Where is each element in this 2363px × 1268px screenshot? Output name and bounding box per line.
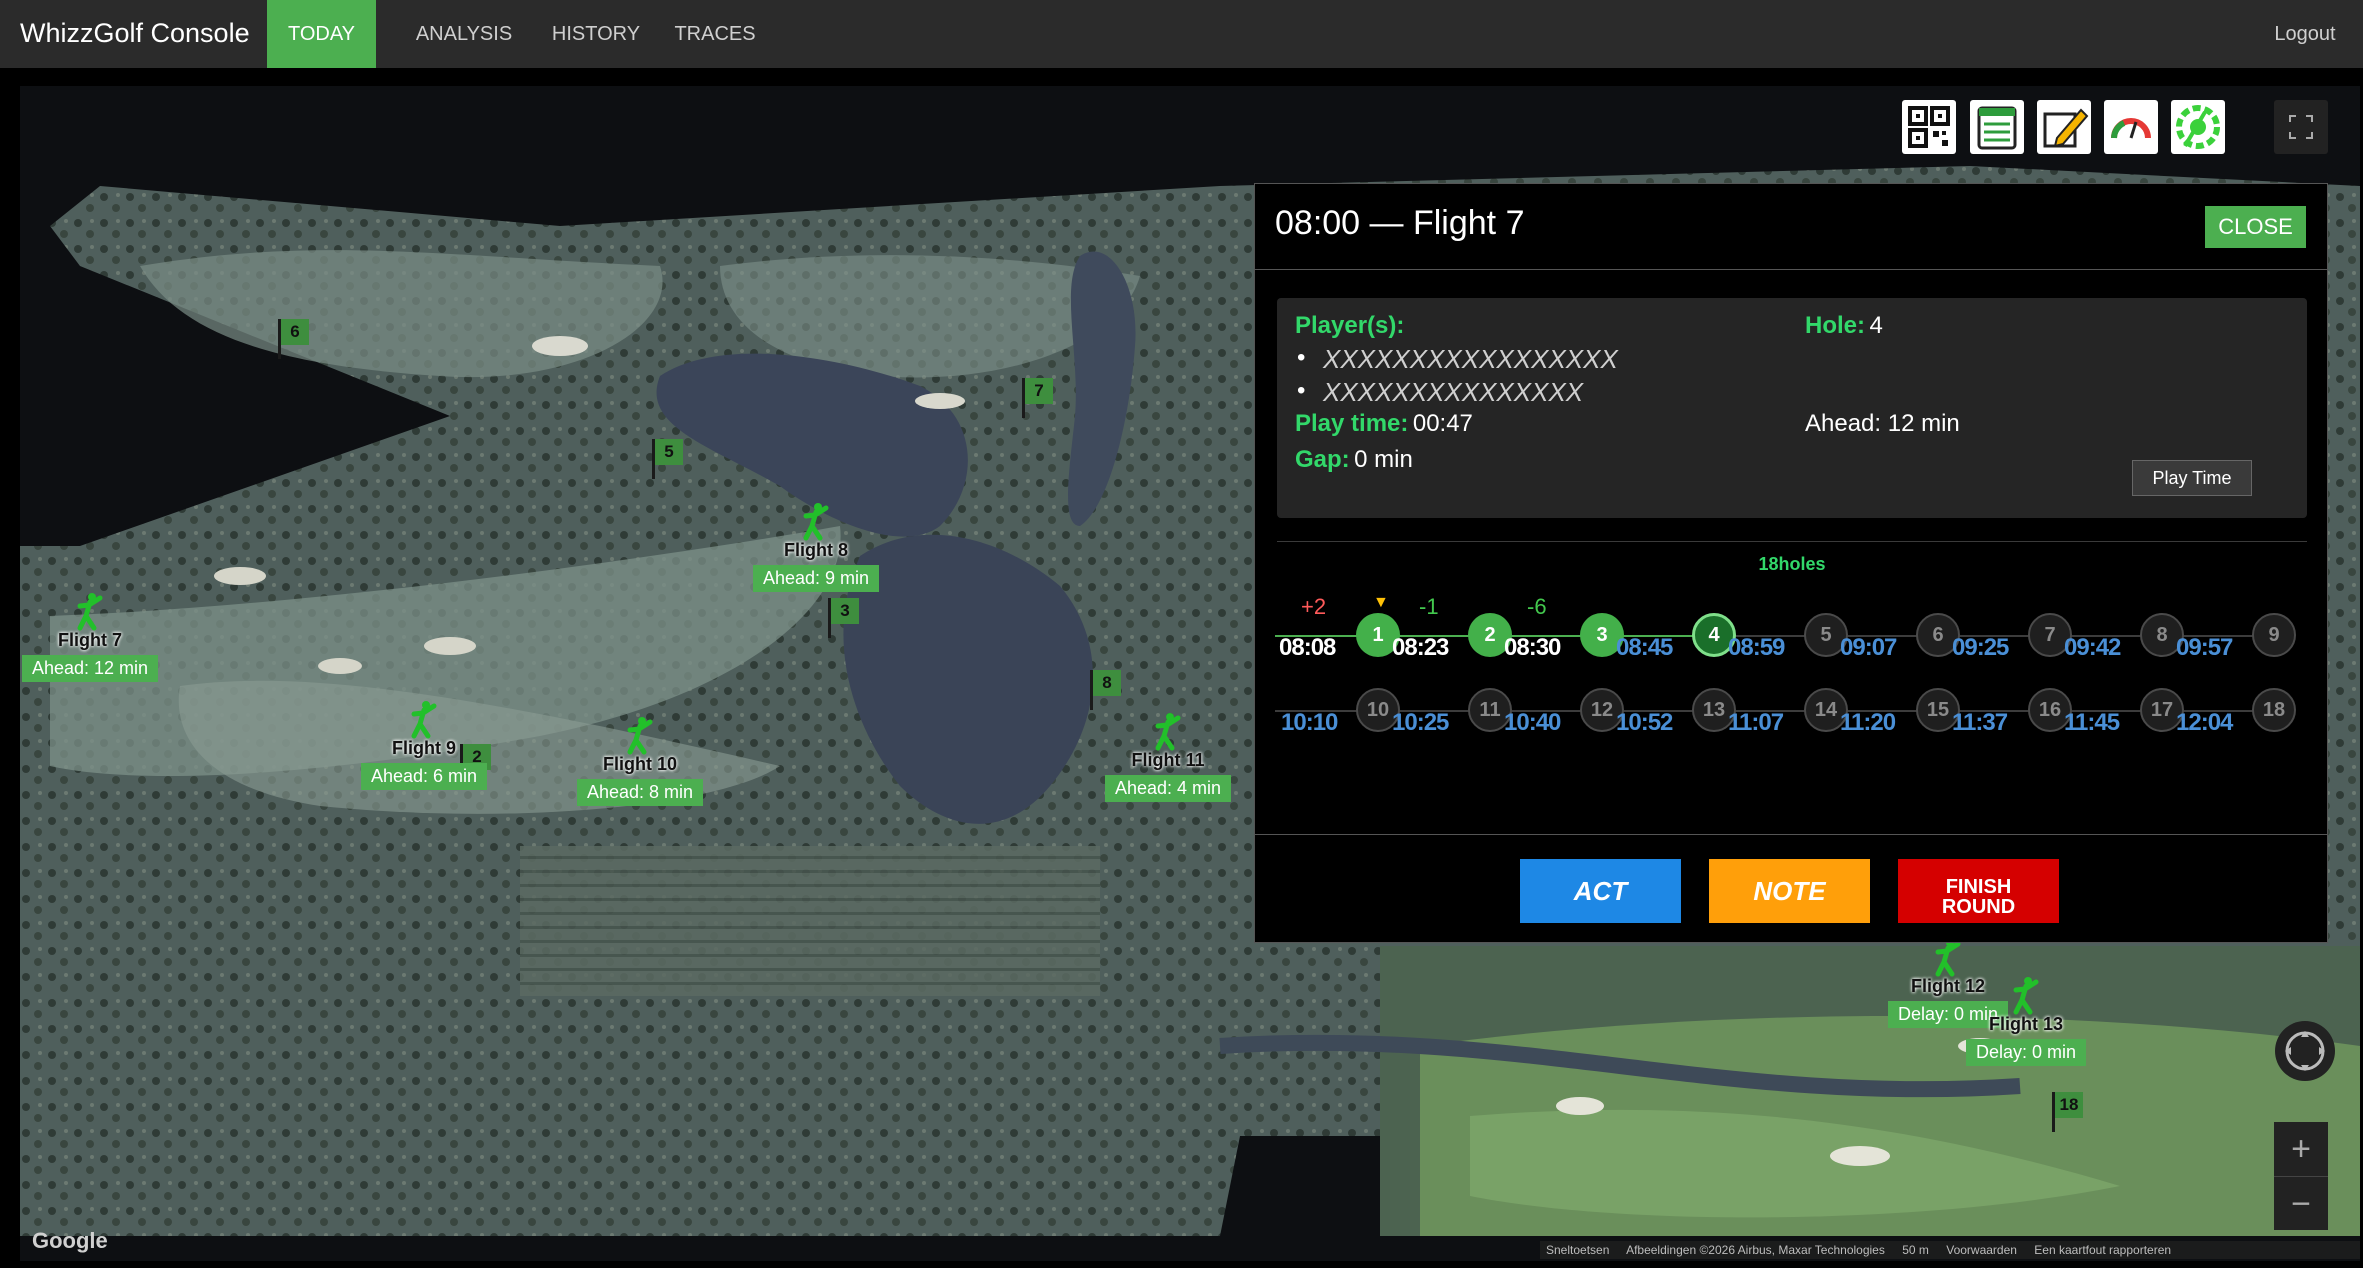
hole-time-11: 10:40 [1504,709,1561,736]
hole-time-4: 08:59 [1728,634,1785,661]
flight-marker-13[interactable]: Flight 13 Delay: 0 min [1956,976,2096,1066]
divider [1255,834,2327,835]
keyboard-shortcuts-link[interactable]: Sneltoetsen [1546,1243,1609,1257]
finish-round-button[interactable]: FINISH ROUND [1898,859,2059,923]
logout-link[interactable]: Logout [2250,0,2360,68]
hole-time-1: 08:23 [1392,634,1449,661]
play-time-row: Play time: 00:47 [1295,410,1473,437]
finish-label-line2: ROUND [1941,896,2016,918]
golfer-icon [1155,713,1181,751]
pan-arrows-icon [2285,1031,2325,1071]
fullscreen-button[interactable] [2274,100,2328,154]
report-error-link[interactable]: Een kaartfout rapporteren [2034,1243,2171,1257]
bullet: • [1297,377,1306,404]
nav-tab-analysis[interactable]: ANALYSIS [408,0,520,68]
golfer-icon [77,593,103,631]
pace-marker-icon: ▼ [1373,594,1389,611]
qr-code-icon [1908,106,1950,148]
golfer-icon [2013,977,2039,1015]
golfer-icon [803,503,829,541]
hole-row: Hole: 4 [1805,312,1883,339]
bullet: • [1297,344,1306,371]
map-scale[interactable]: 50 m [1902,1243,1929,1257]
play-time-button[interactable]: Play Time [2132,460,2252,496]
ahead-status: Ahead: 12 min [1805,410,1960,437]
hole-time-8: 09:57 [2176,634,2233,661]
hole-time-2: 08:30 [1504,634,1561,661]
edit-button[interactable] [2037,100,2091,154]
flight-marker-10[interactable]: Flight 10 Ahead: 8 min [570,716,710,806]
hole-18[interactable]: 18 [2252,688,2296,732]
finish-label-line1: FINISH [1945,876,2012,898]
hole-time-5: 09:07 [1840,634,1897,661]
hole-delta-2: -1 [1419,594,1439,619]
fullscreen-icon [2289,115,2313,139]
gap-row: Gap: 0 min [1295,446,1413,473]
spreadsheet-icon [1977,106,2017,150]
round-start-time: 08:08 [1279,634,1336,661]
flight-detail-popup: 08:00 — Flight 7 CLOSE Player(s): • XXXX… [1254,183,2328,943]
google-logo: Google [32,1228,108,1253]
back-nine-start-time: 10:10 [1281,709,1338,736]
popup-title: 08:00 — Flight 7 [1275,204,1525,242]
golfer-icon [1935,939,1961,977]
hole-time-14: 11:20 [1840,709,1896,736]
divider [1255,269,2327,270]
hole-time-7: 09:42 [2064,634,2121,661]
hole-time-13: 11:07 [1728,709,1784,736]
top-nav-bar: WhizzGolf Console TODAY ANALYSIS HISTORY… [0,0,2363,68]
flight-marker-8[interactable]: Flight 8 Ahead: 9 min [746,502,886,592]
map-pan-control[interactable] [2275,1021,2335,1081]
flight-marker-9[interactable]: Flight 9 Ahead: 6 min [354,700,494,790]
hole-delta-1: +2 [1301,594,1327,619]
player-name-1: XXXXXXXXXXXXXXXXX [1323,344,1618,374]
zoom-out-button[interactable]: − [2274,1176,2328,1230]
app-brand[interactable]: WhizzGolf Console [20,18,250,49]
zoom-in-button[interactable]: + [2274,1122,2328,1176]
edit-icon [2043,108,2089,148]
hole-9[interactable]: 9 [2252,613,2296,657]
golfer-icon [627,717,653,755]
act-button[interactable]: ACT [1520,859,1681,923]
hole-time-16: 11:45 [2064,709,2120,736]
map-attribution: Sneltoetsen Afbeeldingen ©2026 Airbus, M… [1540,1241,2360,1259]
nav-tab-today[interactable]: TODAY [267,0,376,68]
qr-code-button[interactable] [1902,100,1956,154]
hole-time-3: 08:45 [1616,634,1673,661]
player-name-2: XXXXXXXXXXXXXXX [1323,377,1584,407]
flight-marker-7[interactable]: Flight 7 Ahead: 12 min [20,592,160,682]
imagery-credit: Afbeeldingen ©2026 Airbus, Maxar Technol… [1626,1243,1885,1257]
holes-title: 18holes [1758,554,1826,574]
hole-delta-3: -6 [1527,594,1547,619]
divider [1277,541,2307,542]
golfer-icon [411,701,437,739]
players-label: Player(s): [1295,312,1405,339]
hole-time-6: 09:25 [1952,634,2009,661]
hole-time-10: 10:25 [1392,709,1449,736]
nav-tab-traces[interactable]: TRACES [665,0,765,68]
hole-time-17: 12:04 [2176,709,2233,736]
flight-info-panel: Player(s): • XXXXXXXXXXXXXXXXX • XXXXXXX… [1277,298,2307,518]
hole-time-15: 11:37 [1952,709,2008,736]
golf-settings-button[interactable] [2171,100,2225,154]
flight-marker-11[interactable]: Flight 11 Ahead: 4 min [1098,712,1238,802]
note-button[interactable]: NOTE [1709,859,1870,923]
golf-settings-icon [2176,105,2220,149]
speedometer-button[interactable] [2104,100,2158,154]
speedometer-icon [2111,118,2151,139]
hole-time-12: 10:52 [1616,709,1673,736]
spreadsheet-button[interactable] [1970,100,2024,154]
nav-tab-history[interactable]: HISTORY [540,0,652,68]
close-button[interactable]: CLOSE [2205,206,2306,248]
terms-link[interactable]: Voorwaarden [1946,1243,2017,1257]
